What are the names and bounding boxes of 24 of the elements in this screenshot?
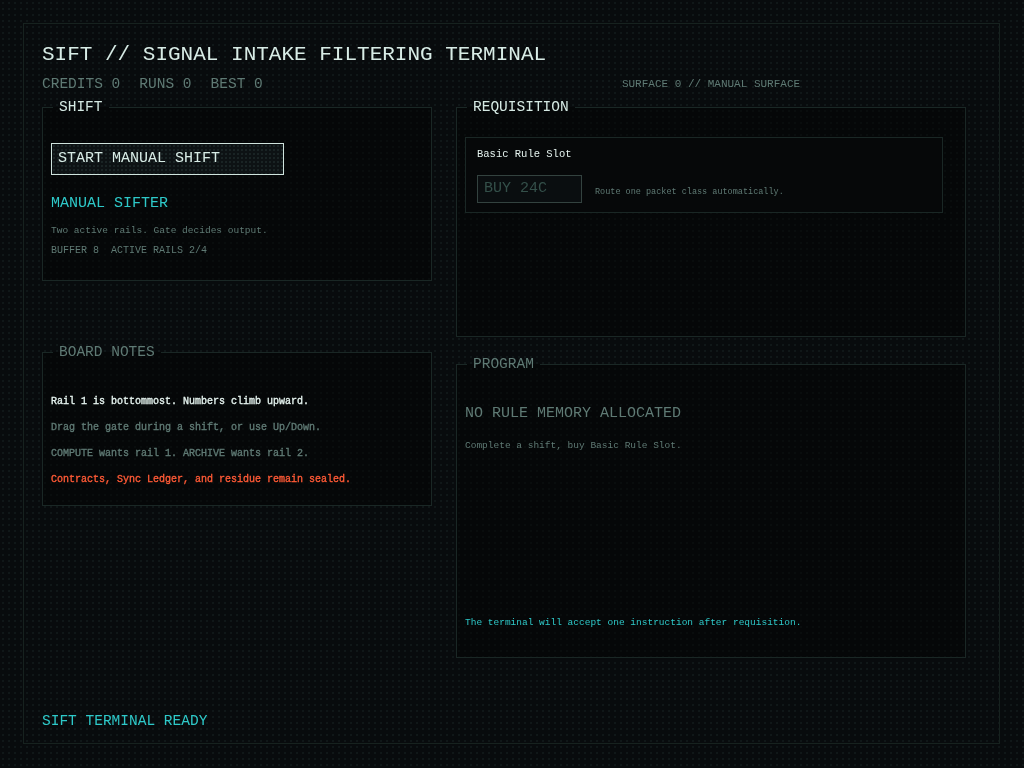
item-description: Route one packet class automatically.: [595, 186, 784, 198]
note-text: Contracts, Sync Ledger, and residue remain sealed.: [51, 474, 352, 486]
program-hint: Complete a shift, buy Basic Rule Slot.: [465, 440, 682, 452]
program-heading: NO RULE MEMORY ALLOCATED: [465, 405, 682, 423]
start-shift-button[interactable]: START MANUAL SHIFT: [51, 143, 284, 175]
mode-title: MANUAL SIFTER: [51, 195, 169, 213]
note-text: Drag the gate during a shift, or use Up/Down.: [51, 422, 322, 434]
surface-label: SURFACE 0 // MANUAL SURFACE: [620, 77, 802, 91]
panel-title: BOARD NOTES: [58, 345, 156, 359]
note-text: Rail 1 is bottommost. Numbers climb upward.: [51, 396, 310, 408]
mode-description: Two active rails. Gate decides output.: [51, 225, 268, 237]
note-text: COMPUTE wants rail 1. ARCHIVE wants rail 2.: [51, 448, 310, 460]
status-text: SIFT TERMINAL READY: [42, 713, 209, 729]
panel-title: SHIFT: [58, 100, 104, 114]
readout-text: BUFFER 8: [51, 245, 99, 257]
stat-readout: CREDITS 0: [42, 75, 121, 93]
program-note: The terminal will accept one instruction after requisition.: [465, 617, 802, 629]
app-title: SIFT // SIGNAL INTAKE FILTERING TERMINAL: [42, 43, 548, 67]
panel-title: PROGRAM: [472, 357, 535, 371]
panel-title: REQUISITION: [472, 100, 570, 114]
stat-readout: RUNS 0: [139, 75, 192, 93]
stat-readout: BEST 0: [210, 75, 263, 93]
item-name: Basic Rule Slot: [477, 148, 572, 161]
readout-text: ACTIVE RAILS 2/4: [111, 245, 208, 257]
